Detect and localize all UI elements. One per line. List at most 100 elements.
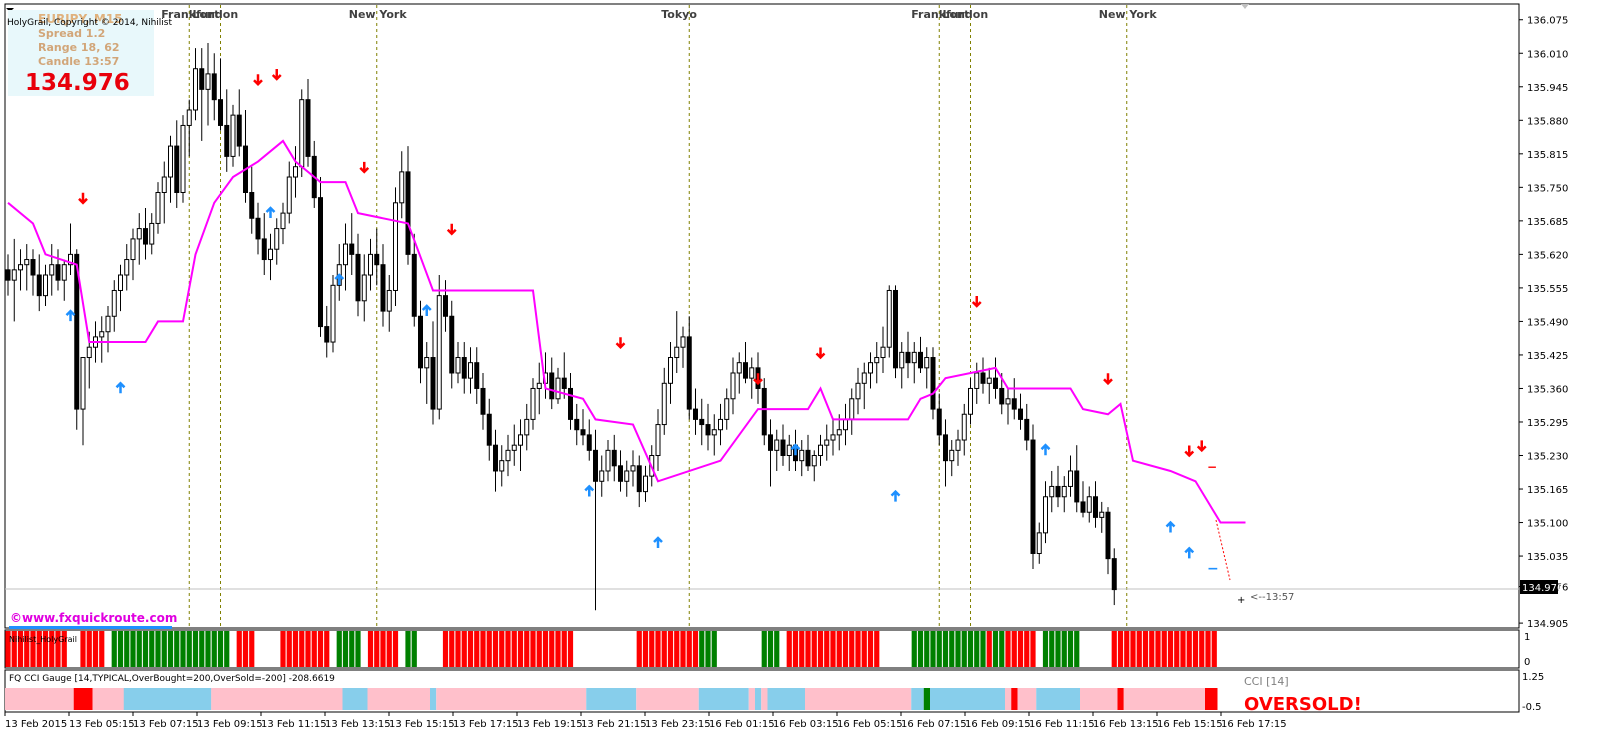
candle-body <box>1099 511 1105 518</box>
candle-body <box>643 475 648 493</box>
candle-body <box>580 429 586 436</box>
candle-body <box>1061 485 1067 498</box>
cci-segment <box>342 688 368 710</box>
candle-body <box>849 398 855 420</box>
candle-body <box>1074 470 1080 503</box>
candle-body <box>493 444 498 472</box>
holygrail-bar <box>567 631 574 667</box>
candle-body <box>286 176 292 214</box>
holygrail-bar <box>861 631 867 667</box>
holygrail-bar <box>1167 631 1174 667</box>
cci-scale-bottom: -0.5 <box>1522 702 1542 713</box>
candle-body <box>1111 558 1117 591</box>
holygrail-bar <box>949 631 955 667</box>
candle-body <box>174 145 180 193</box>
candle-body <box>149 222 155 245</box>
candle-body <box>618 465 623 482</box>
candle-body <box>61 264 67 281</box>
candle-body <box>605 449 611 472</box>
candle-body <box>993 377 998 389</box>
holygrail-bar <box>111 631 117 667</box>
current-price-label: 134.976 <box>1522 583 1563 594</box>
holygrail-bar <box>1136 631 1142 667</box>
candle-body <box>711 429 717 436</box>
holygrail-bar <box>455 631 461 667</box>
holygrail-bar <box>124 631 130 667</box>
candle-body <box>124 259 130 276</box>
holygrail-bar <box>1180 631 1186 667</box>
holygrail-bar <box>542 631 549 667</box>
website-link[interactable]: ©www.fxquickroute.com <box>10 611 177 625</box>
holygrail-bar <box>836 631 842 667</box>
cci-segment <box>1005 688 1012 710</box>
candle-body <box>561 377 567 389</box>
time-tick-label: 13 Feb 15:15 <box>389 719 455 730</box>
holygrail-bar <box>224 631 230 667</box>
candle-body <box>111 289 117 317</box>
candle-body <box>299 99 305 168</box>
price-pane[interactable] <box>4 3 1520 629</box>
candle-body <box>511 444 517 451</box>
holygrail-bar <box>642 631 649 667</box>
candle-body <box>911 351 917 364</box>
price-tick-label: 135.230 <box>1527 452 1568 463</box>
time-tick-label: 13 Feb 11:15 <box>261 719 327 730</box>
candle-body <box>230 114 236 157</box>
holygrail-bar <box>655 631 661 667</box>
candle-body <box>211 73 217 101</box>
holygrail-bar <box>1030 631 1036 667</box>
candle-body <box>724 398 730 420</box>
holygrail-bar <box>117 631 124 667</box>
candle-body <box>780 439 786 457</box>
candle-body <box>130 238 136 261</box>
holygrail-bar <box>142 631 149 667</box>
candle-body <box>1043 496 1048 534</box>
holygrail-bar <box>1042 631 1049 667</box>
holygrail-bar <box>242 631 249 667</box>
candle-body <box>1093 496 1098 518</box>
candle-body <box>949 449 955 462</box>
chart-canvas[interactable]: FrankfurtLondon New York Tokyo FrankfurtLon… <box>0 0 1600 749</box>
holygrail-bar <box>324 631 330 667</box>
holygrail-bar <box>817 631 824 667</box>
holygrail-bar <box>317 631 324 667</box>
spread-label: Spread 1.2 <box>38 27 106 40</box>
candle-body <box>49 264 55 276</box>
candle-body <box>268 248 273 261</box>
candle-body <box>405 171 411 255</box>
holygrail-bar <box>1149 631 1155 667</box>
holygrail-bar <box>405 631 411 667</box>
candle-body <box>1049 485 1055 498</box>
candle-body <box>349 243 355 255</box>
time-tick-label: 16 Feb 05:15 <box>837 719 903 730</box>
bid-price: 134.976 <box>25 70 130 96</box>
price-tick-label: 134.905 <box>1527 619 1568 630</box>
chart-window[interactable]: Frankfurt London New York Tokyo Frankfurt Lon… <box>0 0 1600 749</box>
holygrail-bar <box>667 631 674 667</box>
holygrail-bar <box>911 631 917 667</box>
candle-body <box>674 346 680 359</box>
holygrail-bar <box>786 631 792 667</box>
holygrail-bar <box>974 631 980 667</box>
cci-segment <box>755 688 762 710</box>
cci-segment <box>73 688 93 710</box>
holygrail-bar <box>480 631 486 667</box>
candle-body <box>868 362 873 374</box>
holygrail-bar <box>311 631 317 667</box>
holygrail-bar <box>211 631 217 667</box>
candle-body <box>136 228 142 240</box>
holygrail-bar <box>149 631 155 667</box>
holygrail-bar <box>1067 631 1074 667</box>
candle-body <box>1024 418 1030 441</box>
holygrail-bar <box>1205 631 1211 667</box>
candle-body <box>455 357 461 374</box>
candle-body <box>43 274 48 297</box>
candle-body <box>99 331 105 338</box>
candle-body <box>386 289 392 312</box>
time-tick-label: 13 Feb 19:15 <box>517 719 583 730</box>
cci-segment <box>1080 688 1118 710</box>
candle-tick-mark: + <box>1237 595 1245 606</box>
holygrail-bar <box>699 631 705 667</box>
indicator-copyright: HolyGrail, Copyright © 2014, Nihilist <box>7 18 172 28</box>
holygrail-bar <box>855 631 861 667</box>
